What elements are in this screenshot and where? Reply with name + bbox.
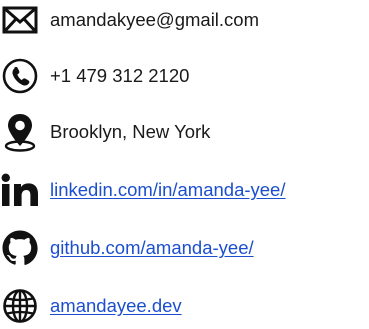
contact-linkedin-row[interactable]: linkedin.com/in/amanda-yee/ <box>0 170 286 210</box>
contact-email-row: amandakyee@gmail.com <box>0 0 259 40</box>
contact-email-text: amandakyee@gmail.com <box>50 9 260 30</box>
contact-phone-text: +1 479 312 2120 <box>50 65 190 86</box>
github-icon <box>0 228 40 268</box>
contact-location-text: Brooklyn, New York <box>50 121 211 142</box>
envelope-icon <box>0 0 40 40</box>
contact-website-link[interactable]: amandayee.dev <box>50 295 182 317</box>
map-pin-icon <box>0 112 40 152</box>
contact-location-row: Brooklyn, New York <box>0 112 210 152</box>
contact-github-link[interactable]: github.com/amanda-yee/ <box>50 237 254 259</box>
contact-github-row[interactable]: github.com/amanda-yee/ <box>0 228 254 268</box>
contact-list: amandakyee@gmail.com +1 479 312 2120 Bro… <box>0 0 369 329</box>
globe-icon <box>0 286 40 326</box>
contact-linkedin-link[interactable]: linkedin.com/in/amanda-yee/ <box>50 179 286 201</box>
contact-phone-row: +1 479 312 2120 <box>0 56 189 96</box>
phone-icon <box>0 56 40 96</box>
linkedin-icon <box>0 170 40 210</box>
contact-website-row[interactable]: amandayee.dev <box>0 286 182 326</box>
